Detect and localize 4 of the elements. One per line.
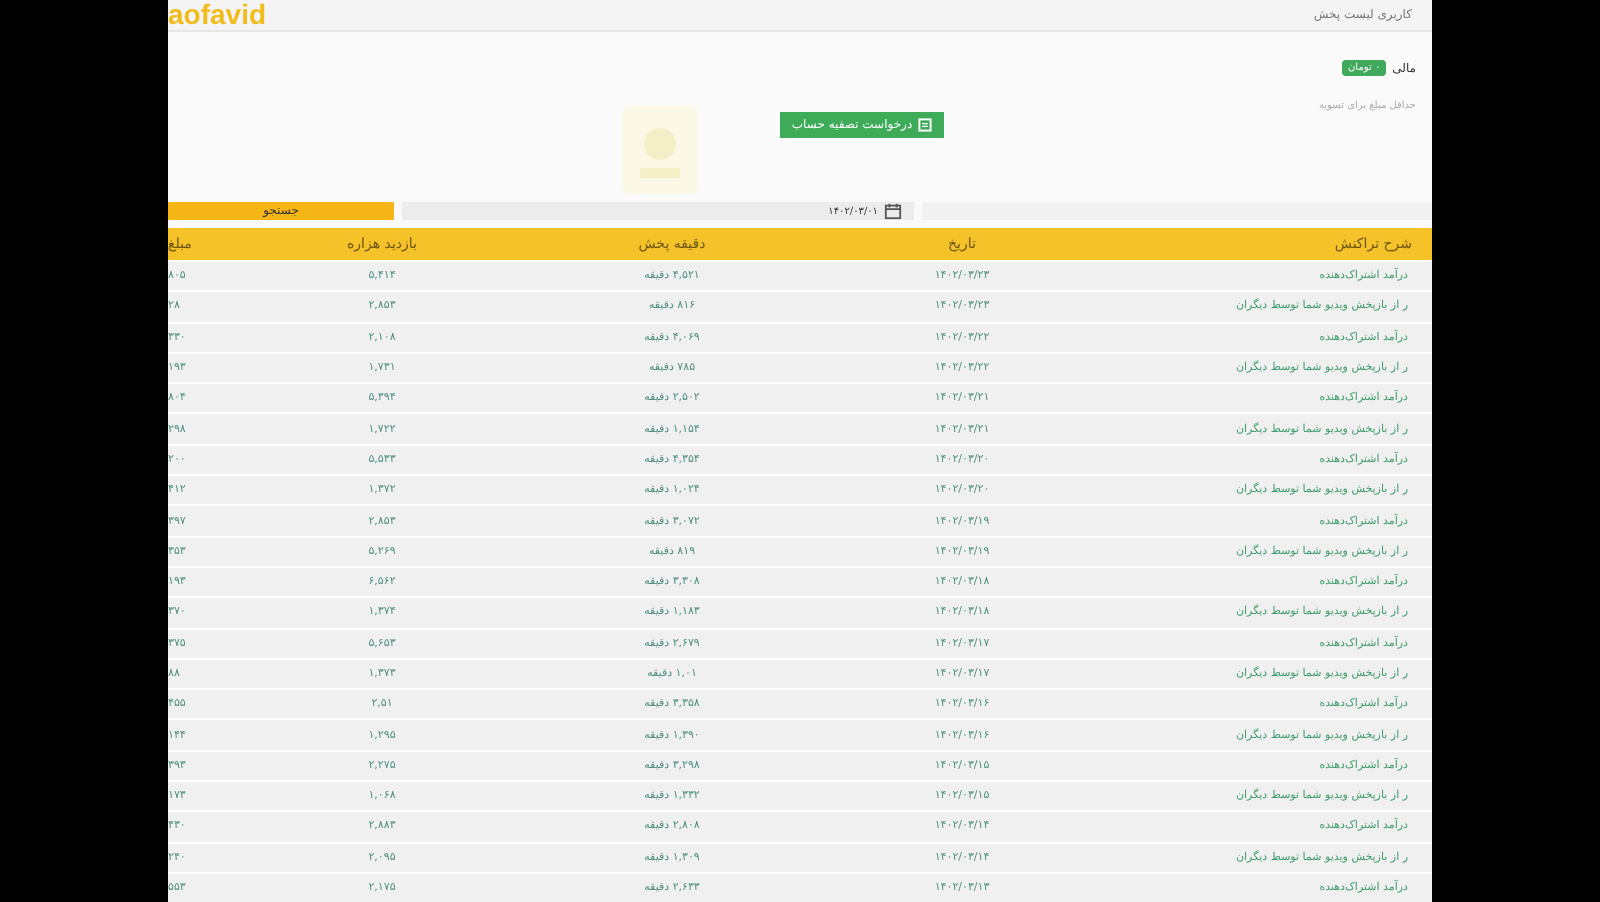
input-field[interactable] bbox=[922, 202, 1432, 220]
calendar-icon bbox=[884, 202, 902, 220]
document-icon bbox=[918, 118, 933, 132]
placeholder-icon bbox=[619, 104, 700, 196]
